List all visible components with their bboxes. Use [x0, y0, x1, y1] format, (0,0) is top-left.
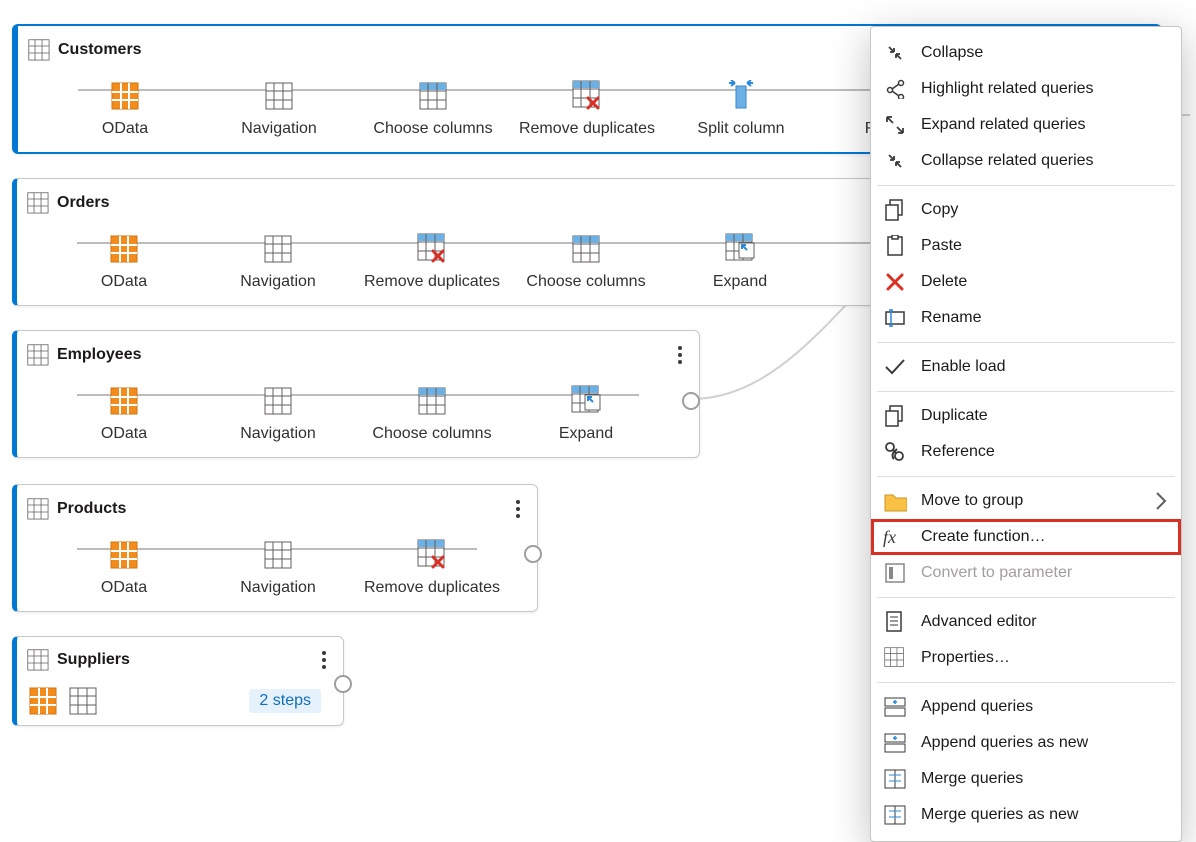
card-title: Customers — [58, 41, 142, 59]
step-odata[interactable]: OData — [48, 82, 202, 138]
chevron-right-icon — [1153, 491, 1167, 511]
steps-collapsed-badge[interactable]: 2 steps — [249, 689, 321, 713]
menu-advanced-editor[interactable]: Advanced editor — [871, 604, 1181, 640]
step-choose-columns[interactable]: Choose columns — [356, 82, 510, 138]
step-split-column[interactable]: Split column — [664, 80, 818, 138]
menu-convert-to-parameter: Convert to parameter — [871, 555, 1181, 591]
table-icon — [27, 192, 49, 214]
step-choose-columns[interactable]: Choose columns — [355, 387, 509, 443]
card-more-button[interactable] — [321, 650, 329, 670]
card-more-button[interactable] — [515, 499, 523, 519]
step-navigation[interactable]: Navigation — [201, 387, 355, 443]
menu-merge-queries-new[interactable]: Merge queries as new — [871, 797, 1181, 833]
menu-properties[interactable]: Properties… — [871, 640, 1181, 676]
menu-collapse[interactable]: Collapse — [871, 35, 1181, 71]
step-odata[interactable]: OData — [47, 387, 201, 443]
table-icon — [27, 498, 49, 520]
menu-reference[interactable]: Reference — [871, 434, 1181, 470]
card-title: Products — [57, 500, 126, 518]
step-odata[interactable]: OData — [47, 541, 201, 597]
menu-delete[interactable]: Delete — [871, 264, 1181, 300]
table-icon — [27, 344, 49, 366]
query-card-employees[interactable]: Employees OData Navigation Choose column… — [12, 330, 700, 458]
menu-move-to-group[interactable]: Move to group — [871, 483, 1181, 519]
menu-enable-load[interactable]: Enable load — [871, 349, 1181, 385]
menu-merge-queries[interactable]: Merge queries — [871, 761, 1181, 797]
query-card-suppliers[interactable]: Suppliers 2 steps — [12, 636, 344, 726]
card-title: Suppliers — [57, 651, 130, 669]
menu-duplicate[interactable]: Duplicate — [871, 398, 1181, 434]
menu-create-function[interactable]: Create function… — [871, 519, 1181, 555]
step-expand[interactable]: Expand — [663, 233, 817, 291]
table-icon — [69, 687, 97, 715]
step-navigation[interactable]: Navigation — [201, 235, 355, 291]
menu-expand-related[interactable]: Expand related queries — [871, 107, 1181, 143]
card-title: Orders — [57, 194, 109, 212]
step-navigation[interactable]: Navigation — [202, 82, 356, 138]
step-navigation[interactable]: Navigation — [201, 541, 355, 597]
step-remove-duplicates[interactable]: Remove duplicates — [355, 539, 509, 597]
menu-collapse-related[interactable]: Collapse related queries — [871, 143, 1181, 179]
step-choose-columns[interactable]: Choose columns — [509, 235, 663, 291]
menu-append-queries[interactable]: Append queries — [871, 689, 1181, 725]
query-card-products[interactable]: Products OData Navigation Remove duplica… — [12, 484, 538, 612]
step-odata[interactable]: OData — [47, 235, 201, 291]
table-icon — [27, 649, 49, 671]
odata-icon — [29, 687, 57, 715]
menu-paste[interactable]: Paste — [871, 228, 1181, 264]
menu-highlight-related[interactable]: Highlight related queries — [871, 71, 1181, 107]
step-remove-duplicates[interactable]: Remove duplicates — [510, 80, 664, 138]
menu-copy[interactable]: Copy — [871, 192, 1181, 228]
context-menu: Collapse Highlight related queries Expan… — [870, 26, 1182, 842]
step-expand[interactable]: Expand — [509, 385, 663, 443]
step-remove-duplicates[interactable]: Remove duplicates — [355, 233, 509, 291]
card-title: Employees — [57, 346, 141, 364]
card-more-button[interactable] — [677, 345, 685, 365]
menu-rename[interactable]: Rename — [871, 300, 1181, 336]
menu-append-queries-new[interactable]: Append queries as new — [871, 725, 1181, 761]
table-icon — [28, 39, 50, 61]
